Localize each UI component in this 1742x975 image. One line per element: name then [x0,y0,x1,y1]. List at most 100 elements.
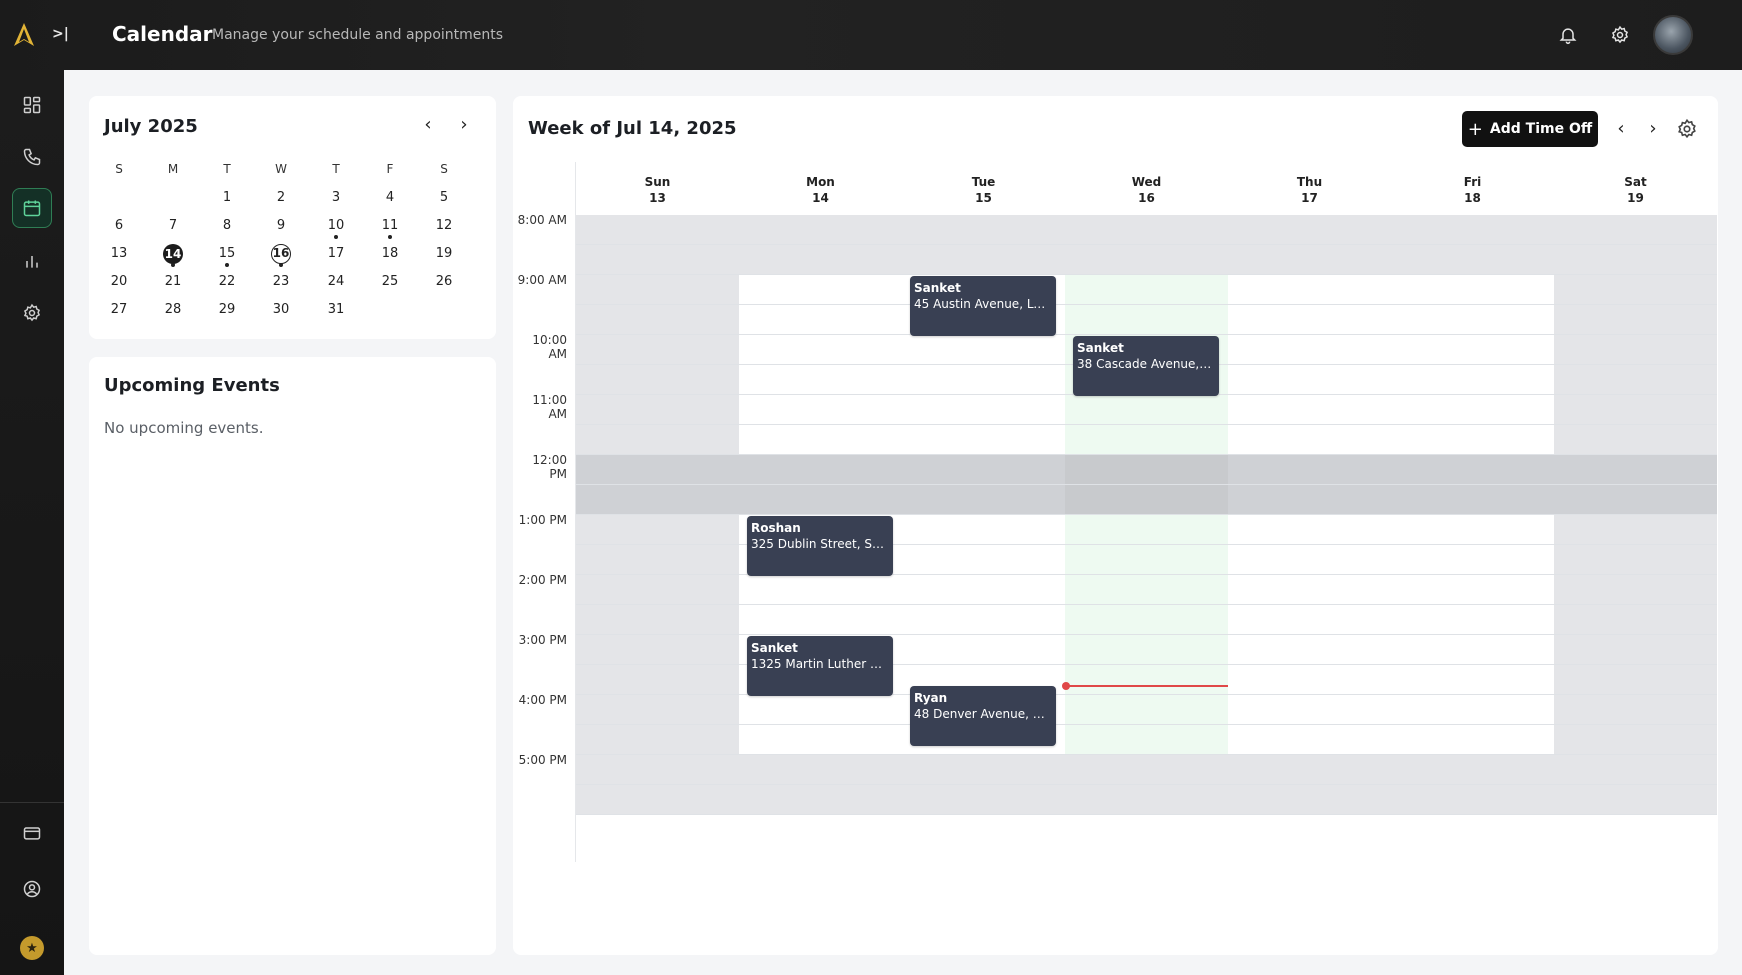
time-slot[interactable] [1228,785,1391,815]
mini-calendar-day[interactable]: 24 [321,272,351,296]
time-slot[interactable] [902,425,1065,455]
mini-calendar-day[interactable]: 16 [266,244,296,268]
time-slot[interactable] [576,305,739,335]
time-slot[interactable] [1228,635,1391,665]
notification-bell-icon[interactable] [1555,22,1581,48]
time-slot[interactable] [1228,365,1391,395]
time-slot[interactable] [1228,455,1391,485]
time-slot[interactable] [1391,725,1554,755]
mini-calendar-day[interactable]: 17 [321,244,351,268]
calendar-event[interactable]: Sanket 1325 Martin Luther King Jr Way [747,636,893,696]
time-slot[interactable] [739,275,902,305]
time-slot[interactable] [1228,305,1391,335]
time-slot[interactable] [902,515,1065,545]
time-slot[interactable] [1554,725,1717,755]
time-slot[interactable] [1065,425,1228,455]
mini-calendar-day[interactable]: 10 [321,216,351,240]
time-slot[interactable] [1065,725,1228,755]
time-slot[interactable] [1391,215,1554,245]
calendar-event[interactable]: Sanket 45 Austin Avenue, London [910,276,1056,336]
day-header-wed[interactable]: Wed 16 [1065,174,1228,206]
time-slot[interactable] [576,455,739,485]
mini-calendar-day[interactable]: 20 [104,272,134,296]
time-slot[interactable] [576,215,739,245]
time-slot[interactable] [1065,515,1228,545]
time-slot[interactable] [1391,545,1554,575]
time-slot[interactable] [1391,455,1554,485]
time-slot[interactable] [739,455,902,485]
time-slot[interactable] [1065,305,1228,335]
sidebar-item-settings[interactable] [12,293,52,333]
time-slot[interactable] [576,605,739,635]
mini-calendar-day[interactable]: 22 [212,272,242,296]
time-slot[interactable] [576,665,739,695]
time-slot[interactable] [1391,755,1554,785]
mini-calendar-day[interactable]: 14 [158,244,188,268]
time-slot[interactable] [1065,485,1228,515]
time-slot[interactable] [1391,785,1554,815]
time-slot[interactable] [1554,605,1717,635]
time-slot[interactable] [576,755,739,785]
sidebar-collapse-button[interactable]: >| [52,26,69,42]
mini-calendar-day[interactable]: 12 [429,216,459,240]
mini-calendar-day[interactable]: 6 [104,216,134,240]
add-time-off-button[interactable]: + Add Time Off [1462,111,1598,147]
time-slot[interactable] [1065,275,1228,305]
time-slot[interactable] [1065,605,1228,635]
mini-calendar-day[interactable]: 4 [375,188,405,212]
time-slot[interactable] [739,335,902,365]
time-slot[interactable] [1391,575,1554,605]
time-slot[interactable] [739,365,902,395]
time-slot[interactable] [902,545,1065,575]
time-slot[interactable] [902,605,1065,635]
time-slot[interactable] [1228,695,1391,725]
time-slot[interactable] [1065,635,1228,665]
time-slot[interactable] [1065,215,1228,245]
mini-calendar-day[interactable]: 25 [375,272,405,296]
time-slot[interactable] [1391,665,1554,695]
day-header-thu[interactable]: Thu 17 [1228,174,1391,206]
time-slot[interactable] [902,335,1065,365]
sidebar-item-profile[interactable] [12,869,52,909]
mini-calendar-day[interactable]: 9 [266,216,296,240]
time-slot[interactable] [576,275,739,305]
calendar-event[interactable]: Ryan48 Denver Avenue, Dublin [910,685,1056,746]
time-slot[interactable] [1554,275,1717,305]
time-slot[interactable] [739,695,902,725]
time-slot[interactable] [739,425,902,455]
time-slot[interactable] [1391,275,1554,305]
calendar-event[interactable]: Roshan 325 Dublin Street, San Francisco [747,516,893,576]
sidebar-item-billing[interactable] [12,813,52,853]
mini-calendar-day[interactable]: 18 [375,244,405,268]
time-slot[interactable] [576,425,739,455]
time-slot[interactable] [902,215,1065,245]
mini-calendar-day[interactable]: 23 [266,272,296,296]
time-slot[interactable] [1228,605,1391,635]
mini-calendar-day[interactable]: 31 [321,300,351,324]
day-header-mon[interactable]: Mon 14 [739,174,902,206]
mini-calendar-day[interactable]: 11 [375,216,405,240]
time-slot[interactable] [1554,695,1717,725]
time-slot[interactable] [576,575,739,605]
mini-calendar-day[interactable]: 19 [429,244,459,268]
time-slot[interactable] [1391,605,1554,635]
time-slot[interactable] [1228,545,1391,575]
time-slot[interactable] [739,755,902,785]
logo-icon[interactable] [12,22,36,48]
time-slot[interactable] [1554,245,1717,275]
time-slot[interactable] [902,635,1065,665]
time-slot[interactable] [1554,785,1717,815]
time-slot[interactable] [739,485,902,515]
avatar[interactable] [1653,15,1693,55]
time-slot[interactable] [1391,515,1554,545]
time-slot[interactable] [576,785,739,815]
time-slot[interactable] [576,245,739,275]
time-slot[interactable] [1391,365,1554,395]
time-slot[interactable] [1554,305,1717,335]
time-slot[interactable] [1228,215,1391,245]
mini-calendar-day[interactable]: 26 [429,272,459,296]
mini-calendar-day[interactable]: 15 [212,244,242,268]
time-slot[interactable] [1065,245,1228,275]
time-slot[interactable] [576,695,739,725]
time-slot[interactable] [739,395,902,425]
